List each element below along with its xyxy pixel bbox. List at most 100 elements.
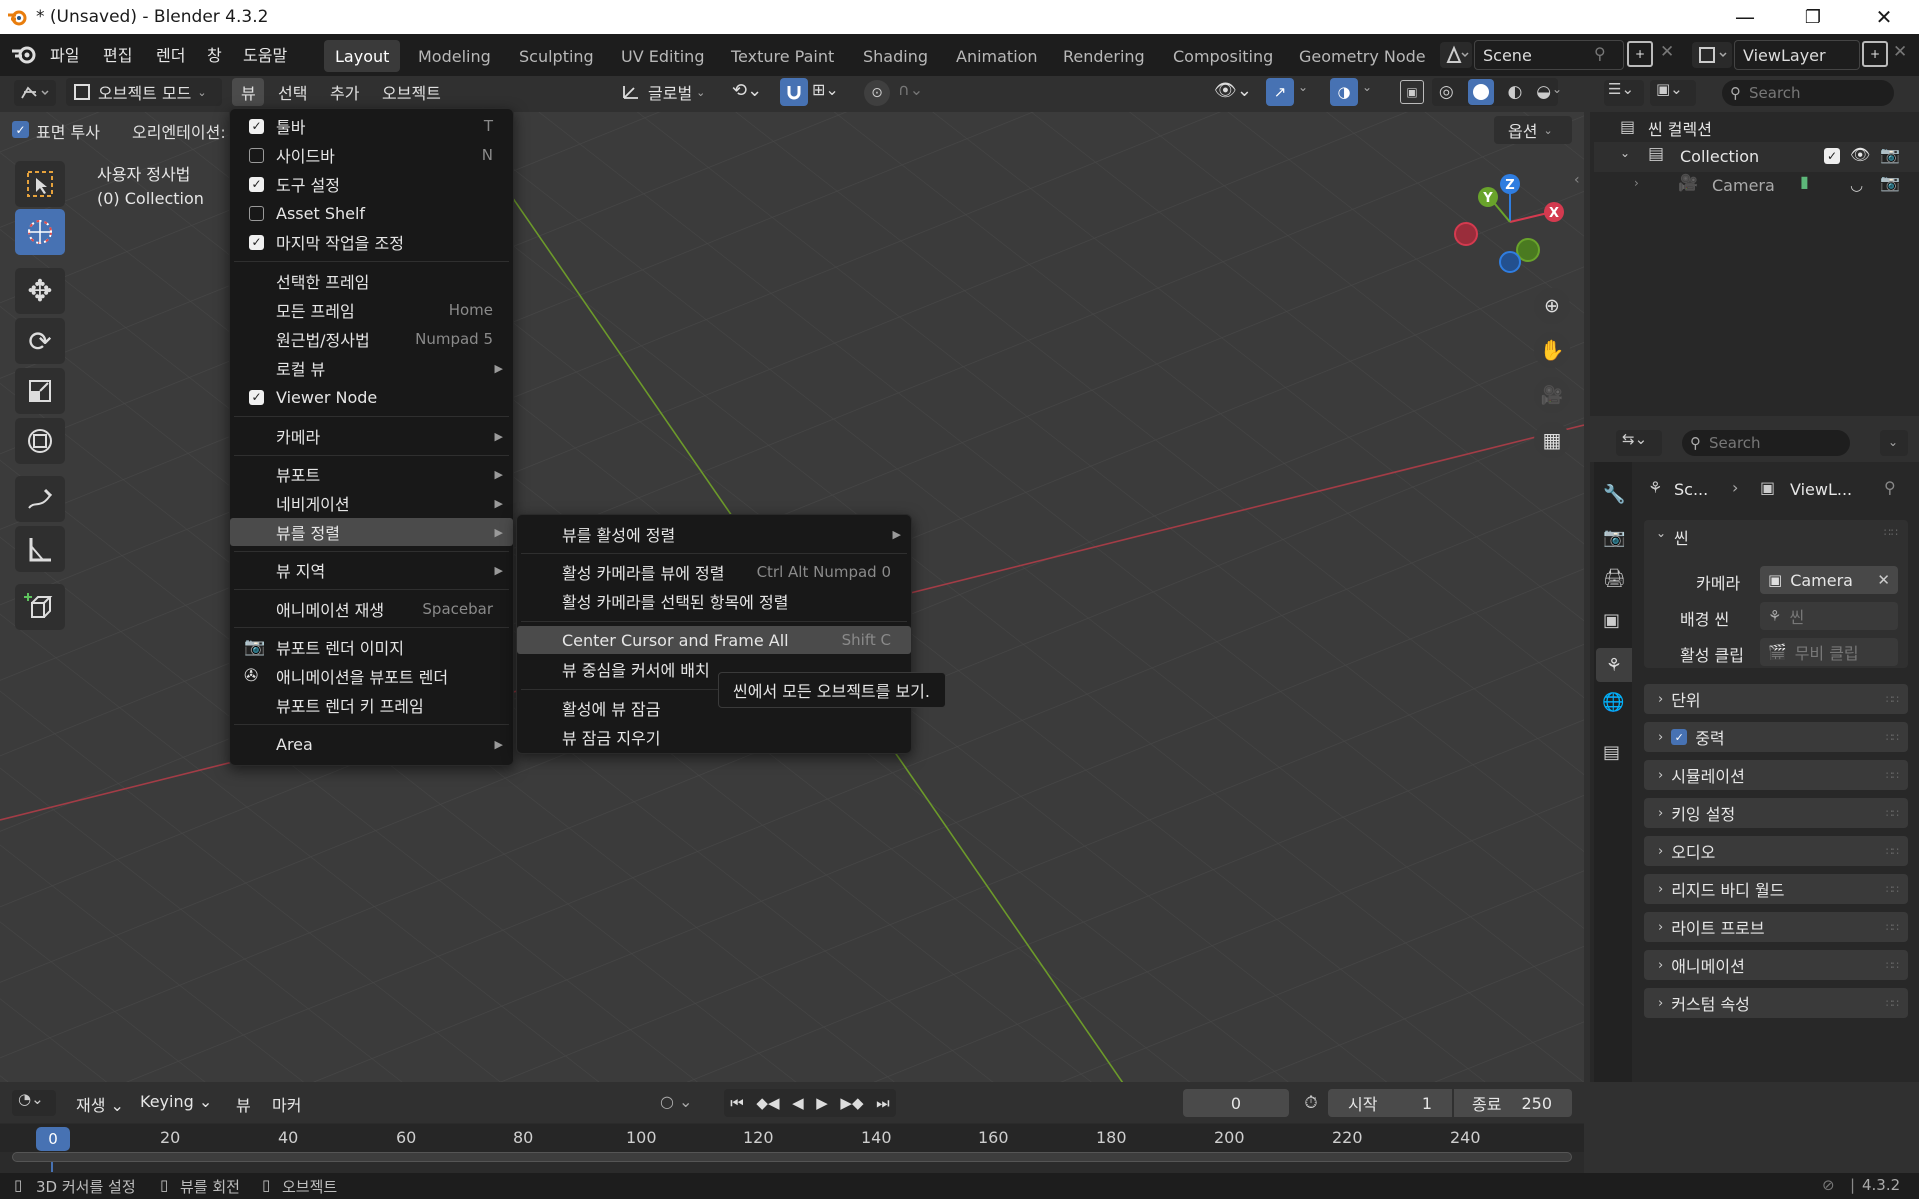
display-mode-icon[interactable]: ▣⌄ xyxy=(1650,80,1696,106)
menu-item-align-view[interactable]: 뷰를 정렬 ▶ xyxy=(230,518,513,546)
menu-item-align-view-to-active[interactable]: 뷰를 활성에 정렬 ▶ xyxy=(517,520,911,548)
move-tool[interactable]: ✥ xyxy=(15,268,65,314)
menu-item-navigation[interactable]: 네비게이션 ▶ xyxy=(230,489,513,517)
properties-search[interactable]: ⚲ Search xyxy=(1682,430,1850,456)
drag-grip-icon[interactable]: ∷∷ xyxy=(1884,526,1898,539)
menu-item-clear-view-lock[interactable]: 뷰 잠금 지우기 xyxy=(517,723,911,751)
chevron-down-icon[interactable]: ⌄ xyxy=(1880,430,1908,456)
chevron-down-icon[interactable]: ⌄ xyxy=(1552,82,1562,96)
expand-chevron-icon[interactable]: ⌄ xyxy=(1620,146,1630,160)
scene-tab-icon[interactable]: ⚘ xyxy=(1596,648,1632,682)
bg-scene-field[interactable]: ⚘ 씬 xyxy=(1760,602,1898,630)
tab-animation[interactable]: Animation xyxy=(945,40,1049,72)
menu-item-viewer-node[interactable]: ✓ Viewer Node xyxy=(230,383,513,411)
pan-hand-icon[interactable]: ✋ xyxy=(1534,332,1570,368)
panel-audio[interactable]: › 오디오 ∷∷ xyxy=(1644,836,1908,866)
rendered-shading-icon[interactable]: ◒ xyxy=(1536,82,1551,102)
panel-light-probes[interactable]: › 라이트 프로브 ∷∷ xyxy=(1644,912,1908,942)
tab-texture-paint[interactable]: Texture Paint xyxy=(720,40,845,72)
timeline-menu-marker[interactable]: 마커 xyxy=(272,1092,301,1116)
render-tab-icon[interactable]: 📷 xyxy=(1603,527,1625,548)
auto-keying-icon[interactable]: ○ ⌄ xyxy=(660,1092,692,1111)
tool-tab-icon[interactable]: 🔧 xyxy=(1603,484,1625,505)
sidebar-toggle-icon[interactable]: ‹ xyxy=(1574,172,1580,188)
menu-item-sidebar[interactable]: 사이드바 N xyxy=(230,141,513,169)
menu-item-play-animation[interactable]: 애니메이션 재생 Spacebar xyxy=(230,595,513,623)
tab-sculpting[interactable]: Sculpting xyxy=(508,40,605,72)
tab-geometry-nodes[interactable]: Geometry Node xyxy=(1288,40,1437,72)
clear-field-icon[interactable]: ✕ xyxy=(1877,571,1890,589)
xray-toggle-icon[interactable]: ▣ xyxy=(1400,80,1424,104)
tab-shading[interactable]: Shading xyxy=(852,40,939,72)
eye-closed-icon[interactable]: ◡ xyxy=(1850,176,1863,194)
menu-item-adjust-last[interactable]: ✓ 마지막 작업을 조정 xyxy=(230,228,513,256)
menu-render[interactable]: 렌더 xyxy=(156,42,185,66)
menu-item-view-regions[interactable]: 뷰 지역 ▶ xyxy=(230,556,513,584)
chevron-down-icon[interactable]: ⌄ xyxy=(1298,80,1308,94)
zoom-icon[interactable]: ⊕ xyxy=(1534,288,1570,324)
timeline-menu-keying[interactable]: Keying ⌄ xyxy=(140,1092,212,1111)
visibility-icon[interactable]: 👁⌄ xyxy=(1214,80,1252,101)
menu-item-area[interactable]: Area ▶ xyxy=(230,730,513,758)
panel-custom-properties[interactable]: › 커스텀 속성 ∷∷ xyxy=(1644,988,1908,1018)
new-viewlayer-icon[interactable]: + xyxy=(1862,41,1888,67)
editor-type-icon[interactable] xyxy=(14,80,56,106)
checkbox-off[interactable] xyxy=(249,206,264,221)
scene-browse-icon[interactable] xyxy=(1440,42,1472,68)
pivot-icon[interactable]: ⟲⌄ xyxy=(732,80,762,101)
menu-item-align-camera-to-view[interactable]: 활성 카메라를 뷰에 정렬 Ctrl Alt Numpad 0 xyxy=(517,558,911,586)
menu-object[interactable]: 오브젝트 xyxy=(382,80,441,104)
delete-viewlayer-icon[interactable]: ✕ xyxy=(1893,42,1907,62)
chevron-down-icon[interactable]: ⌄ xyxy=(1362,80,1372,94)
panel-simulation[interactable]: › 시뮬레이션 ∷∷ xyxy=(1644,760,1908,790)
play-icon[interactable]: ▶ xyxy=(816,1094,828,1112)
output-tab-icon[interactable]: 🖨 xyxy=(1603,568,1626,589)
close-button[interactable]: ✕ xyxy=(1855,0,1913,34)
add-cube-tool[interactable] xyxy=(15,584,65,630)
transform-tool[interactable] xyxy=(15,418,65,464)
outliner-editor-type-icon[interactable]: ☰⌄ xyxy=(1604,80,1644,106)
pin-icon[interactable]: ⚲ xyxy=(1884,478,1896,497)
camera-view-icon[interactable]: 🎥 xyxy=(1534,377,1570,413)
mode-dropdown[interactable]: 오브젝트 모드 ⌄ xyxy=(66,78,222,106)
menu-item-cameras[interactable]: 카메라 ▶ xyxy=(230,422,513,450)
panel-gravity[interactable]: › ✓ 중력 ∷∷ xyxy=(1644,722,1908,752)
menu-file[interactable]: 파일 xyxy=(50,42,79,66)
outliner-camera-label[interactable]: Camera xyxy=(1712,176,1775,195)
outliner-scene-collection[interactable]: 씬 컬렉션 xyxy=(1648,116,1712,140)
jump-end-icon[interactable]: ⏭ xyxy=(876,1094,890,1112)
active-clip-field[interactable]: 🎬 무비 클립 xyxy=(1760,638,1898,666)
menu-item-toolbar[interactable]: ✓ 툴바 T xyxy=(230,112,513,140)
next-keyframe-icon[interactable]: ▶◆ xyxy=(840,1094,863,1112)
panel-keying-sets[interactable]: › 키잉 설정 ∷∷ xyxy=(1644,798,1908,828)
solid-shading-icon[interactable] xyxy=(1467,79,1494,105)
expand-chevron-icon[interactable]: ⌄ xyxy=(1656,526,1666,540)
new-scene-icon[interactable]: + xyxy=(1627,41,1653,67)
play-reverse-icon[interactable]: ◀ xyxy=(792,1094,804,1112)
wireframe-shading-icon[interactable]: ◎ xyxy=(1439,82,1454,102)
viewlayer-browse-icon[interactable] xyxy=(1692,42,1732,68)
checkbox-off[interactable] xyxy=(249,148,264,163)
snap-target-icon[interactable]: ⊞⌄ xyxy=(812,80,839,99)
tab-layout[interactable]: Layout xyxy=(324,40,401,72)
menu-item-viewport-render-animation[interactable]: ✇ 애니메이션을 뷰포트 렌더 xyxy=(230,662,513,690)
maximize-button[interactable]: ❐ xyxy=(1784,0,1842,34)
timeline-scrollbar[interactable] xyxy=(12,1152,1572,1162)
tab-rendering[interactable]: Rendering xyxy=(1052,40,1156,72)
panel-units[interactable]: › 단위 ∷∷ xyxy=(1644,684,1908,714)
playhead[interactable]: 0 xyxy=(36,1127,70,1151)
checkbox-on[interactable]: ✓ xyxy=(249,235,264,250)
menu-view[interactable]: 뷰 xyxy=(241,80,256,104)
menu-item-viewport-render-keyframes[interactable]: 뷰포트 렌더 키 프레임 xyxy=(230,691,513,719)
menu-item-center-cursor-frame-all[interactable]: Center Cursor and Frame All Shift C xyxy=(517,626,911,654)
rotate-tool[interactable]: ⟳ xyxy=(15,318,65,364)
timeline-menu-view[interactable]: 뷰 xyxy=(236,1092,251,1116)
current-frame-field[interactable]: 0 xyxy=(1183,1089,1289,1117)
view-layer-tab-icon[interactable]: ▣ xyxy=(1603,610,1620,631)
viewlayer-field[interactable]: ViewLayer xyxy=(1734,40,1860,70)
tab-uv-editing[interactable]: UV Editing xyxy=(610,40,715,72)
menu-add[interactable]: 추가 xyxy=(330,80,359,104)
tab-modeling[interactable]: Modeling xyxy=(407,40,502,72)
scene-section-title[interactable]: 씬 xyxy=(1674,525,1689,549)
navigation-gizmo[interactable]: Z X Y xyxy=(1446,168,1566,278)
